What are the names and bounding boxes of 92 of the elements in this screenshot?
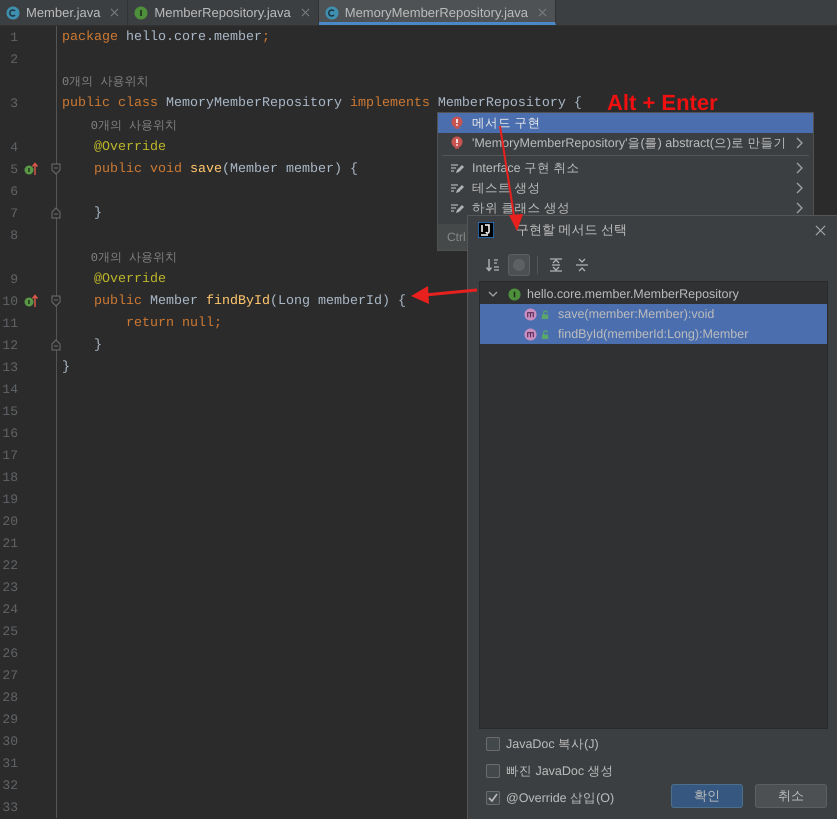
class-icon bbox=[324, 6, 339, 20]
line-number: 32 bbox=[2, 778, 18, 792]
code-line: } bbox=[62, 360, 70, 374]
file-tab[interactable]: Member.java bbox=[0, 0, 128, 25]
method-icon bbox=[524, 328, 537, 340]
usage-hint: 0개의 사용위치 bbox=[90, 118, 178, 134]
fold-icon[interactable] bbox=[51, 295, 61, 307]
line-number: 8 bbox=[10, 228, 18, 242]
line-number: 9 bbox=[10, 272, 18, 286]
line-number: 20 bbox=[2, 514, 18, 528]
line-number: 5 bbox=[10, 162, 18, 176]
tree-node[interactable]: hello.core.member.MemberRepository bbox=[480, 284, 827, 304]
close-icon[interactable] bbox=[110, 8, 120, 17]
checkbox[interactable] bbox=[486, 764, 500, 778]
menu-item[interactable]: 메서드 구현 bbox=[438, 113, 813, 133]
line-number: 30 bbox=[2, 734, 18, 748]
line-number: 21 bbox=[2, 536, 18, 550]
chevron-down-icon[interactable] bbox=[488, 289, 498, 299]
tab-label: MemberRepository.java bbox=[154, 5, 291, 20]
line-number: 22 bbox=[2, 558, 18, 572]
lock-icon bbox=[541, 310, 550, 318]
fold-icon[interactable] bbox=[51, 207, 61, 219]
error-icon bbox=[450, 136, 464, 150]
shortcut-annotation: Alt + Enter bbox=[607, 90, 718, 116]
line-number: 14 bbox=[2, 382, 18, 396]
class-icon bbox=[6, 6, 20, 20]
line-number: 12 bbox=[2, 338, 18, 352]
fold-icon[interactable] bbox=[51, 339, 61, 351]
implements-marker-icon[interactable] bbox=[24, 294, 38, 308]
line-number: 2 bbox=[10, 52, 18, 66]
code-line: } bbox=[92, 206, 102, 220]
cancel-button[interactable]: 취소 bbox=[755, 784, 827, 808]
error-icon bbox=[450, 116, 464, 130]
file-tab[interactable]: MemoryMemberRepository.java bbox=[318, 0, 556, 25]
code-line: @Override bbox=[92, 140, 166, 154]
line-number: 7 bbox=[10, 206, 18, 220]
line-number: 31 bbox=[2, 756, 18, 770]
checkbox[interactable] bbox=[486, 791, 500, 805]
line-number: 33 bbox=[2, 800, 18, 814]
line-number: 23 bbox=[2, 580, 18, 594]
code-line: } bbox=[92, 338, 102, 352]
line-number: 1 bbox=[10, 30, 18, 44]
close-icon[interactable] bbox=[538, 8, 547, 17]
app-icon bbox=[478, 222, 494, 238]
implements-marker-icon[interactable] bbox=[24, 162, 38, 176]
usage-hint: 0개의 사용위치 bbox=[62, 74, 148, 90]
line-number: 15 bbox=[2, 404, 18, 418]
close-icon[interactable] bbox=[300, 8, 310, 17]
dialog-title: 구현할 메서드 선택 bbox=[516, 221, 628, 239]
collapse-all-icon bbox=[574, 257, 590, 273]
menu-footer-hint: Ctrl bbox=[447, 230, 466, 244]
line-number: 18 bbox=[2, 470, 18, 484]
line-number: 11 bbox=[2, 316, 18, 330]
fold-icon[interactable] bbox=[51, 163, 61, 175]
line-number: 16 bbox=[2, 426, 18, 440]
checkbox[interactable] bbox=[486, 737, 500, 751]
toggle-button[interactable] bbox=[508, 254, 530, 276]
method-icon bbox=[524, 308, 537, 320]
code-line: @Override bbox=[92, 272, 166, 286]
file-tab[interactable]: MemberRepository.java bbox=[128, 0, 319, 25]
line-number: 24 bbox=[2, 602, 18, 616]
code-line: public Member findById(Long memberId) { bbox=[92, 294, 406, 308]
tab-label: MemoryMemberRepository.java bbox=[344, 5, 528, 20]
line-number: 27 bbox=[2, 668, 18, 682]
line-number: 28 bbox=[2, 690, 18, 704]
code-line: return null; bbox=[124, 316, 222, 330]
usage-hint: 0개의 사용위치 bbox=[90, 250, 178, 266]
line-number: 4 bbox=[10, 140, 18, 154]
code-line: public void save(Member member) { bbox=[92, 162, 358, 176]
line-number: 6 bbox=[10, 184, 18, 198]
interface-icon bbox=[134, 6, 148, 20]
line-number: 25 bbox=[2, 624, 18, 638]
interface-icon bbox=[508, 288, 521, 300]
line-number: 26 bbox=[2, 646, 18, 660]
line-number: 13 bbox=[2, 360, 18, 374]
code-line: package hello.core.member; bbox=[62, 30, 270, 44]
code-line: public class MemoryMemberRepository implements MemberRepository { bbox=[62, 96, 582, 110]
line-number: 17 bbox=[2, 448, 18, 462]
close-icon[interactable] bbox=[815, 224, 826, 236]
sort-icon bbox=[485, 257, 501, 273]
ok-button[interactable]: 확인 bbox=[671, 784, 743, 808]
checkbox-label: JavaDoc 복사(J) bbox=[506, 736, 599, 752]
line-number: 3 bbox=[10, 96, 18, 110]
checkbox-label: @Override 삽입(O) bbox=[506, 790, 614, 806]
annotation-arrow bbox=[411, 286, 478, 304]
tab-label: Member.java bbox=[26, 5, 100, 20]
line-number: 10 bbox=[2, 294, 18, 308]
expand-all-icon bbox=[548, 257, 564, 273]
checkbox-label: 빠진 JavaDoc 생성 bbox=[506, 762, 614, 780]
line-number: 29 bbox=[2, 712, 18, 726]
lock-icon bbox=[541, 330, 550, 338]
line-number: 19 bbox=[2, 492, 18, 506]
